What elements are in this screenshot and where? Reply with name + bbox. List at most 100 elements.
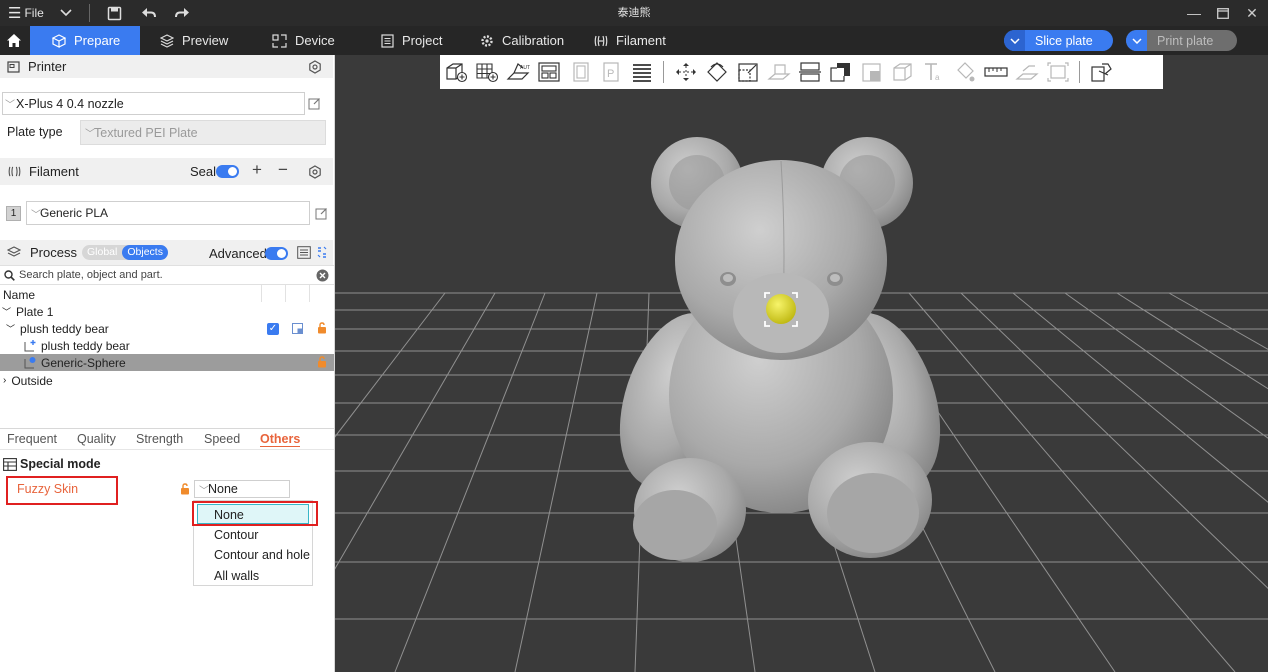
- rotate-icon[interactable]: [701, 55, 732, 89]
- collapse-icon[interactable]: ›: [3, 375, 6, 386]
- copy-icon[interactable]: [564, 55, 595, 89]
- minimize-icon[interactable]: —: [1180, 0, 1208, 26]
- auto-orient-icon[interactable]: AUTO: [502, 55, 533, 89]
- tree-row-plate[interactable]: ﹀ Plate 1: [0, 303, 334, 320]
- plate-type-select[interactable]: ﹀ Textured PEI Plate: [80, 120, 326, 145]
- chevron-down-icon[interactable]: [1004, 30, 1025, 51]
- fuzzy-skin-select[interactable]: ﹀ None: [194, 480, 290, 498]
- process-section-label: Process: [30, 245, 77, 260]
- cut-icon[interactable]: [794, 55, 825, 89]
- name-column-header: Name: [3, 287, 36, 302]
- tree-row-object[interactable]: ﹀ plush teddy bear ✓: [0, 320, 334, 337]
- tab-speed[interactable]: Speed: [204, 432, 240, 446]
- tab-others[interactable]: Others: [260, 432, 301, 447]
- object-search[interactable]: Search plate, object and part.: [0, 265, 334, 285]
- maximize-icon[interactable]: [1209, 0, 1237, 26]
- 3d-viewport[interactable]: AUTO P a: [335, 55, 1268, 672]
- compare-icon[interactable]: [316, 246, 328, 259]
- close-icon[interactable]: ✕: [1238, 0, 1266, 26]
- checkbox[interactable]: ✓: [267, 323, 279, 335]
- color-paint-icon[interactable]: [949, 55, 980, 89]
- home-icon[interactable]: [0, 26, 28, 55]
- window-title: 泰迪熊: [617, 7, 651, 19]
- support-paint-icon[interactable]: [856, 55, 887, 89]
- process-scope-switch[interactable]: Global Objects: [82, 245, 168, 260]
- add-plate-icon[interactable]: [471, 55, 502, 89]
- filament-section-header: Filament Seal + −: [0, 158, 333, 185]
- fuzzy-skin-label: Fuzzy Skin: [17, 482, 79, 496]
- tree-row-part[interactable]: plush teddy bear: [0, 337, 334, 354]
- expand-icon[interactable]: ﹀: [6, 322, 15, 335]
- tab-project[interactable]: Project: [381, 26, 442, 55]
- fit-view-icon[interactable]: [1042, 55, 1073, 89]
- lay-on-face-icon[interactable]: [763, 55, 794, 89]
- unlock-icon[interactable]: [317, 356, 327, 368]
- print-plate-button[interactable]: Print plate: [1126, 30, 1237, 51]
- option-all-walls[interactable]: All walls: [194, 566, 312, 586]
- layers-list-icon[interactable]: [626, 55, 657, 89]
- tree-row-label: plush teddy bear: [20, 321, 109, 336]
- advanced-toggle[interactable]: [265, 247, 288, 260]
- settings-icon[interactable]: [308, 165, 322, 179]
- tab-preview[interactable]: Preview: [160, 26, 228, 55]
- seam-paint-icon[interactable]: [887, 55, 918, 89]
- tab-filament[interactable]: Filament: [594, 26, 666, 55]
- part-icon: [24, 340, 36, 352]
- expand-icon[interactable]: ﹀: [2, 305, 11, 318]
- layers-icon: [7, 246, 21, 257]
- left-sidebar: Printer ﹀ X-Plus 4 0.4 nozzle Plate type…: [0, 55, 335, 672]
- svg-text:a: a: [935, 73, 940, 82]
- tab-label: Device: [295, 33, 335, 48]
- add-object-icon[interactable]: [440, 55, 471, 89]
- boolean-icon[interactable]: [825, 55, 856, 89]
- tree-row-label: Generic-Sphere: [41, 355, 126, 370]
- assembly-icon[interactable]: [1011, 55, 1042, 89]
- global-option[interactable]: Global: [82, 245, 122, 260]
- plate-type-value: Textured PEI Plate: [94, 125, 198, 140]
- chevron-down-icon[interactable]: [1126, 30, 1147, 51]
- device-icon: [272, 33, 287, 48]
- tab-prepare[interactable]: Prepare: [30, 26, 140, 55]
- objects-option[interactable]: Objects: [122, 245, 168, 260]
- filament-select[interactable]: ﹀ Generic PLA: [26, 201, 310, 225]
- spool-icon: [8, 166, 21, 177]
- seal-toggle[interactable]: [216, 165, 239, 178]
- settings-icon[interactable]: [308, 60, 322, 74]
- add-filament-icon[interactable]: +: [252, 160, 262, 180]
- printer-select[interactable]: ﹀ X-Plus 4 0.4 nozzle: [2, 92, 305, 115]
- edit-icon[interactable]: [308, 97, 321, 110]
- unlock-icon[interactable]: [180, 483, 190, 495]
- tree-header: Name: [0, 286, 334, 303]
- title-bar: ☰ File 泰迪熊 — ✕: [0, 0, 1268, 26]
- edit-icon[interactable]: [315, 207, 328, 220]
- slice-plate-button[interactable]: Slice plate: [1004, 30, 1113, 51]
- main-tab-bar: Prepare Preview Device Project Calibrati…: [0, 26, 1268, 55]
- object-settings-icon[interactable]: [292, 323, 303, 334]
- list-icon[interactable]: [297, 246, 311, 259]
- split-objects-icon[interactable]: [1086, 55, 1117, 89]
- option-contour-and-hole[interactable]: Contour and hole: [194, 545, 312, 565]
- print-plate-label: Print plate: [1157, 33, 1214, 48]
- tab-device[interactable]: Device: [272, 26, 335, 55]
- paste-icon[interactable]: P: [595, 55, 626, 89]
- special-mode-icon: [3, 458, 17, 471]
- unlock-icon[interactable]: [317, 322, 327, 334]
- remove-filament-icon[interactable]: −: [278, 160, 288, 180]
- tree-row-modifier[interactable]: Generic-Sphere: [0, 354, 334, 371]
- option-contour[interactable]: Contour: [194, 525, 312, 545]
- tab-frequent[interactable]: Frequent: [7, 432, 57, 446]
- filament-slot-number: 1: [10, 208, 17, 219]
- tab-calibration[interactable]: Calibration: [480, 26, 564, 55]
- printer-section-header: Printer: [0, 55, 333, 78]
- scale-icon[interactable]: [732, 55, 763, 89]
- arrange-icon[interactable]: [533, 55, 564, 89]
- text-icon[interactable]: a: [918, 55, 949, 89]
- printer-select-value: X-Plus 4 0.4 nozzle: [16, 96, 124, 111]
- tree-row-outside[interactable]: › Outside: [0, 372, 334, 389]
- move-icon[interactable]: [670, 55, 701, 89]
- tab-quality[interactable]: Quality: [77, 432, 116, 446]
- clear-search-icon[interactable]: [316, 269, 329, 282]
- measure-icon[interactable]: [980, 55, 1011, 89]
- tab-strength[interactable]: Strength: [136, 432, 183, 446]
- none-option-highlight: [192, 501, 318, 526]
